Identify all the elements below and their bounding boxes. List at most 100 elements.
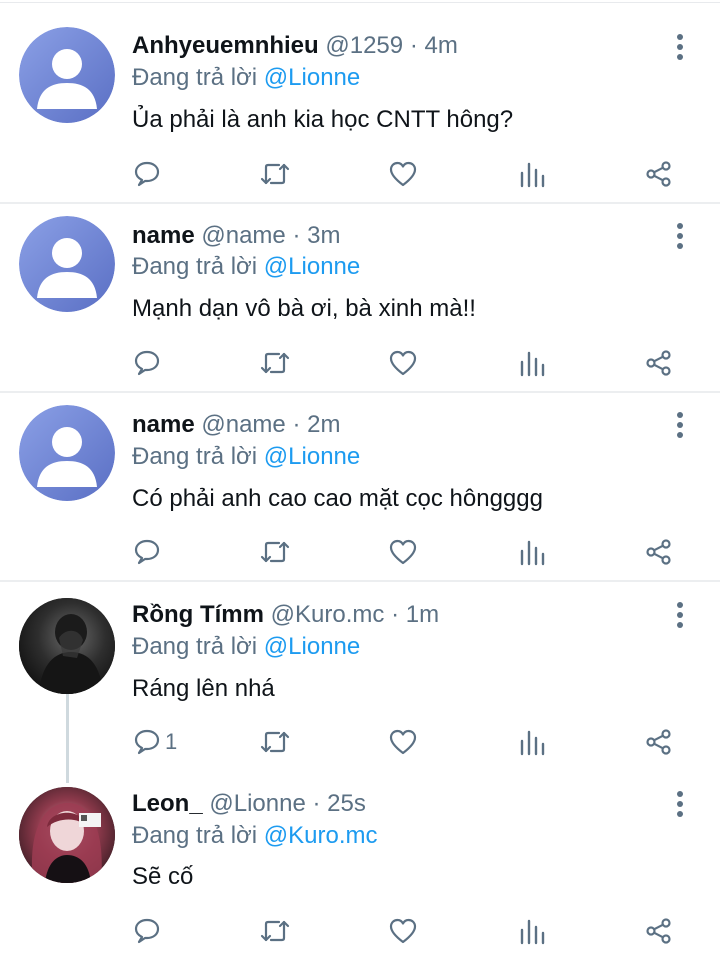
tweet-card[interactable]: Leon_ @Lionne · 25s Đang trả lời @Kuro.m… <box>0 771 720 957</box>
more-options-button[interactable] <box>668 220 692 252</box>
retweet-button[interactable] <box>259 154 291 194</box>
handle[interactable]: @1259 <box>325 32 403 59</box>
retweet-button[interactable] <box>259 532 291 572</box>
reply-icon <box>134 350 160 376</box>
analytics-button[interactable] <box>519 343 545 383</box>
share-button[interactable] <box>645 154 673 194</box>
share-button[interactable] <box>645 911 673 951</box>
reply-button[interactable] <box>133 154 165 194</box>
analytics-icon <box>520 919 545 945</box>
analytics-button[interactable] <box>519 722 545 762</box>
replying-to: Đang trả lời @Lionne <box>132 64 360 92</box>
more-vertical-icon <box>677 602 683 628</box>
tweet-card[interactable]: Anhyeuemnhieu @1259 · 4m Đang trả lời @L… <box>0 0 720 203</box>
profile-photo-icon <box>19 598 115 694</box>
handle[interactable]: @Kuro.mc <box>271 601 385 628</box>
display-name[interactable]: Rồng Tímm <box>132 601 264 628</box>
more-vertical-icon <box>677 34 683 60</box>
mention-link[interactable]: @Kuro.mc <box>264 822 378 849</box>
tweet-text: Mạnh dạn vô bà ơi, bà xinh mà!! <box>132 295 476 322</box>
replying-to: Đang trả lời @Kuro.mc <box>132 822 378 850</box>
timestamp[interactable]: · 4m <box>410 32 458 59</box>
tweet-text: Ráng lên nhá <box>132 675 275 702</box>
like-button[interactable] <box>389 911 417 951</box>
avatar[interactable] <box>19 787 115 883</box>
reply-icon <box>134 729 160 755</box>
retweet-button[interactable] <box>259 343 291 383</box>
more-options-button[interactable] <box>668 409 692 441</box>
mention-link[interactable]: @Lionne <box>264 443 360 470</box>
tweet-card[interactable]: name @name · 2m Đang trả lời @Lionne Có … <box>0 392 720 580</box>
analytics-button[interactable] <box>519 532 545 572</box>
replying-label: Đang trả lời <box>132 64 258 91</box>
replying-to: Đang trả lời @Lionne <box>132 253 360 281</box>
more-options-button[interactable] <box>668 599 692 631</box>
share-icon <box>646 539 671 565</box>
display-name[interactable]: name <box>132 222 195 249</box>
handle[interactable]: @Lionne <box>209 790 305 817</box>
heart-icon <box>389 918 417 944</box>
reply-icon <box>134 161 160 187</box>
like-button[interactable] <box>389 154 417 194</box>
display-name[interactable]: Leon_ <box>132 790 203 817</box>
retweet-button[interactable] <box>259 911 291 951</box>
tweet-text: Ủa phải là anh kia học CNTT hông? <box>132 106 514 133</box>
like-button[interactable] <box>389 532 417 572</box>
tweet-card[interactable]: name @name · 3m Đang trả lời @Lionne Mạn… <box>0 203 720 391</box>
reply-button[interactable] <box>133 911 165 951</box>
timestamp[interactable]: · 3m <box>292 222 340 249</box>
retweet-icon <box>260 163 290 185</box>
avatar[interactable] <box>19 598 115 694</box>
reply-icon <box>134 539 160 565</box>
action-bar <box>0 911 720 951</box>
retweet-icon <box>260 541 290 563</box>
action-bar <box>0 343 720 383</box>
more-options-button[interactable] <box>668 788 692 820</box>
retweet-icon <box>260 352 290 374</box>
heart-icon <box>389 161 417 187</box>
reply-button[interactable]: 1 <box>133 722 177 762</box>
share-button[interactable] <box>645 722 673 762</box>
display-name[interactable]: name <box>132 411 195 438</box>
heart-icon <box>389 729 417 755</box>
reply-button[interactable] <box>133 343 165 383</box>
avatar[interactable] <box>19 27 115 123</box>
share-button[interactable] <box>645 532 673 572</box>
default-avatar-icon <box>19 27 115 123</box>
more-vertical-icon <box>677 223 683 249</box>
analytics-button[interactable] <box>519 911 545 951</box>
profile-photo-icon <box>19 787 115 883</box>
more-options-button[interactable] <box>668 31 692 63</box>
share-icon <box>646 161 671 187</box>
retweet-button[interactable] <box>259 722 291 762</box>
display-name[interactable]: Anhyeuemnhieu <box>132 32 319 59</box>
avatar[interactable] <box>19 405 115 501</box>
share-icon <box>646 918 671 944</box>
reply-button[interactable] <box>133 532 165 572</box>
timestamp[interactable]: · 1m <box>391 601 439 628</box>
mention-link[interactable]: @Lionne <box>264 633 360 660</box>
more-vertical-icon <box>677 412 683 438</box>
timestamp[interactable]: · 25s <box>312 790 365 817</box>
mention-link[interactable]: @Lionne <box>264 64 360 91</box>
handle[interactable]: @name <box>201 222 285 249</box>
tweet-card[interactable]: Rồng Tímm @Kuro.mc · 1m Đang trả lời @Li… <box>0 581 720 783</box>
handle[interactable]: @name <box>201 411 285 438</box>
avatar[interactable] <box>19 216 115 312</box>
retweet-icon <box>260 731 290 753</box>
replying-label: Đang trả lời <box>132 633 258 660</box>
replying-to: Đang trả lời @Lionne <box>132 633 360 661</box>
action-bar <box>0 154 720 194</box>
heart-icon <box>389 539 417 565</box>
tweet-header: Anhyeuemnhieu @1259 · 4m <box>132 32 458 60</box>
share-button[interactable] <box>645 343 673 383</box>
analytics-button[interactable] <box>519 154 545 194</box>
analytics-icon <box>520 540 545 566</box>
mention-link[interactable]: @Lionne <box>264 253 360 280</box>
share-icon <box>646 729 671 755</box>
action-bar <box>0 532 720 572</box>
like-button[interactable] <box>389 722 417 762</box>
replying-label: Đang trả lời <box>132 253 258 280</box>
like-button[interactable] <box>389 343 417 383</box>
timestamp[interactable]: · 2m <box>292 411 340 438</box>
